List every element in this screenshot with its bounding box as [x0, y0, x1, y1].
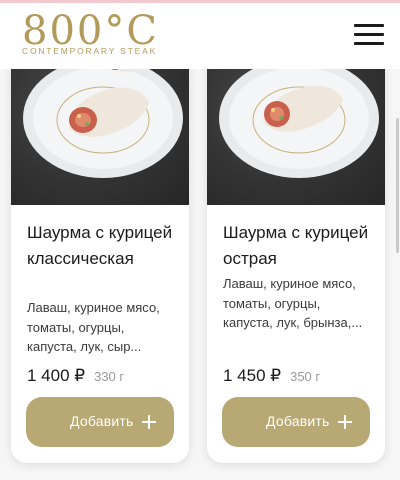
- product-weight: 330 г: [94, 369, 125, 384]
- product-card[interactable]: Шаурма с курицей острая Лаваш, куриное м…: [207, 40, 385, 463]
- site-header: 800°C CONTEMPORARY STEAK: [0, 3, 400, 69]
- menu-bar: [354, 42, 384, 45]
- plus-icon: [338, 415, 352, 429]
- product-description: Лаваш, куриное мясо, томаты, огурцы, кап…: [223, 276, 363, 330]
- price-row: 1 400 ₽ 330 г: [27, 366, 124, 386]
- price-row: 1 450 ₽ 350 г: [223, 366, 320, 386]
- add-to-cart-button[interactable]: Добавить: [26, 397, 174, 447]
- product-price: 1 450 ₽: [223, 366, 282, 385]
- page-scrollbar[interactable]: [396, 118, 399, 253]
- menu-bar: [354, 33, 384, 36]
- menu-bar: [354, 24, 384, 27]
- product-card[interactable]: Шаурма с курицей классическая Лаваш, кур…: [11, 40, 189, 463]
- add-button-label: Добавить: [70, 413, 134, 429]
- add-button-label: Добавить: [266, 413, 330, 429]
- hamburger-menu-icon[interactable]: [352, 21, 386, 49]
- product-title: Шаурма с курицей классическая: [27, 223, 173, 268]
- product-weight: 350 г: [290, 369, 321, 384]
- product-title: Шаурма с курицей острая: [223, 223, 369, 268]
- brand-logo[interactable]: 800°C CONTEMPORARY STEAK: [22, 9, 162, 59]
- product-description: Лаваш, куриное мясо, томаты, огурцы, кап…: [27, 300, 160, 354]
- product-price: 1 400 ₽: [27, 366, 86, 385]
- add-to-cart-button[interactable]: Добавить: [222, 397, 370, 447]
- logo-tagline: CONTEMPORARY STEAK: [22, 46, 160, 56]
- plus-icon: [142, 415, 156, 429]
